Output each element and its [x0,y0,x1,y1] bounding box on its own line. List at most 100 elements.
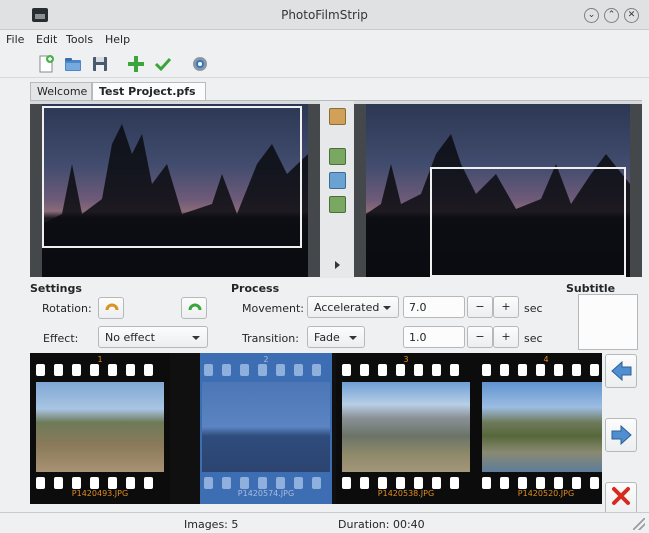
menu-help[interactable]: Help [105,33,130,46]
transition-increase-button[interactable]: + [493,326,519,348]
thumbnail-image [202,382,330,472]
rotate-left-button[interactable] [98,297,124,319]
sprocket-hole [54,477,63,489]
transition-unit: sec [524,332,543,345]
add-pictures-button[interactable] [126,54,146,74]
open-folder-icon [65,58,81,71]
sprocket-hole [72,364,81,376]
sprocket-hole [572,477,581,489]
subtitle-textarea[interactable] [578,294,638,350]
movement-decrease-button[interactable]: − [467,296,493,318]
menu-file[interactable]: File [6,33,24,46]
frame-filename: P1420574.JPG [237,489,295,498]
sprocket-hole [396,364,405,376]
filmstrip-frame[interactable]: 4 P1420520.JPG [476,353,602,504]
transition-duration-input[interactable]: 1.0 [403,326,465,348]
toolbar [0,50,649,78]
movement-select[interactable]: Accelerated [307,296,399,318]
sprocket-hole [258,477,267,489]
swap-rect-icon[interactable] [329,172,346,189]
frame-number: 2 [263,355,269,364]
sprocket-hole [240,364,249,376]
sprocket-hole [204,364,213,376]
reset-rect-icon[interactable] [329,196,346,213]
rotate-right-icon [188,303,202,311]
settings-button[interactable] [190,54,210,74]
sprocket-hole [312,477,321,489]
tab-label: Welcome [37,85,88,98]
plus-icon [128,56,144,72]
remove-button[interactable] [605,482,637,516]
play-icon[interactable] [335,261,340,269]
sprocket-hole [378,477,387,489]
start-rect-preview[interactable] [30,104,320,277]
sprocket-hole [414,477,423,489]
save-project-button[interactable] [90,54,110,74]
transition-select[interactable]: Fade [307,326,365,348]
resize-grip-icon[interactable] [633,518,645,530]
adjust-rect-icon[interactable] [329,108,346,125]
filmstrip: 1 P1420493.JPG 2 P1420574.JPG 3 P1420538… [30,353,602,504]
sprocket-hole [90,477,99,489]
title-bar: PhotoFilmStrip ⌄ ⌃ ✕ [0,0,649,30]
sprocket-hole [590,477,599,489]
tab-welcome[interactable]: Welcome [30,82,92,100]
set-to-image-icon[interactable] [329,148,346,165]
close-window-button[interactable]: ✕ [624,8,639,23]
settings-panel: Settings Rotation: Effect: No effect Pro… [30,280,642,350]
sprocket-hole [108,477,117,489]
render-button[interactable] [153,54,173,74]
open-project-button[interactable] [63,54,83,74]
movement-duration-input[interactable]: 7.0 [403,296,465,318]
menu-tools[interactable]: Tools [66,33,93,46]
movement-increase-button[interactable]: + [493,296,519,318]
effect-select[interactable]: No effect [98,326,208,348]
movement-unit: sec [524,302,543,315]
end-crop-rectangle[interactable] [430,167,626,277]
rotate-right-button[interactable] [181,297,207,319]
movement-duration-value: 7.0 [409,301,427,314]
tab-test-project[interactable]: Test Project.pfs✕ [92,82,206,111]
delete-x-icon [612,487,630,505]
maximize-button[interactable]: ⌃ [604,8,619,23]
sprocket-hole [144,364,153,376]
sprocket-hole [294,364,303,376]
image-count: Images: 5 [184,518,239,531]
filmstrip-frame-selected[interactable]: 2 P1420574.JPG [200,353,332,504]
status-bar: Images: 5 Duration: 00:40 [0,512,649,533]
sprocket-hole [36,364,45,376]
thumbnail-image [342,382,470,472]
filmstrip-frame[interactable]: 3 P1420538.JPG [336,353,476,504]
sprocket-hole [126,364,135,376]
menu-bar: File Edit Tools Help [0,30,649,50]
window-title: PhotoFilmStrip [281,8,368,22]
sprocket-hole [450,364,459,376]
floppy-disk-icon [93,57,107,71]
rotate-left-icon [105,303,119,311]
sprocket-hole [536,364,545,376]
sprocket-hole [500,477,509,489]
movement-value: Accelerated [314,301,380,314]
sprocket-hole [294,477,303,489]
filmstrip-frame[interactable]: 1 P1420493.JPG [30,353,170,504]
transition-decrease-button[interactable]: − [467,326,493,348]
new-project-button[interactable] [36,54,56,74]
sprocket-hole [590,364,599,376]
chevron-down-icon [383,306,391,310]
sprocket-hole [414,364,423,376]
sprocket-hole [276,477,285,489]
end-rect-preview[interactable] [354,104,642,277]
move-left-button[interactable] [605,354,637,388]
minimize-button[interactable]: ⌄ [584,8,599,23]
move-right-button[interactable] [605,418,637,452]
menu-edit[interactable]: Edit [36,33,57,46]
arrow-right-icon [611,424,632,446]
sprocket-hole [72,477,81,489]
rotation-label: Rotation: [42,302,92,315]
frame-filename: P1420538.JPG [377,489,435,498]
sprocket-hole [518,477,527,489]
start-crop-rectangle[interactable] [42,106,302,248]
sprocket-hole [342,364,351,376]
sprocket-hole [572,364,581,376]
sprocket-hole [108,364,117,376]
